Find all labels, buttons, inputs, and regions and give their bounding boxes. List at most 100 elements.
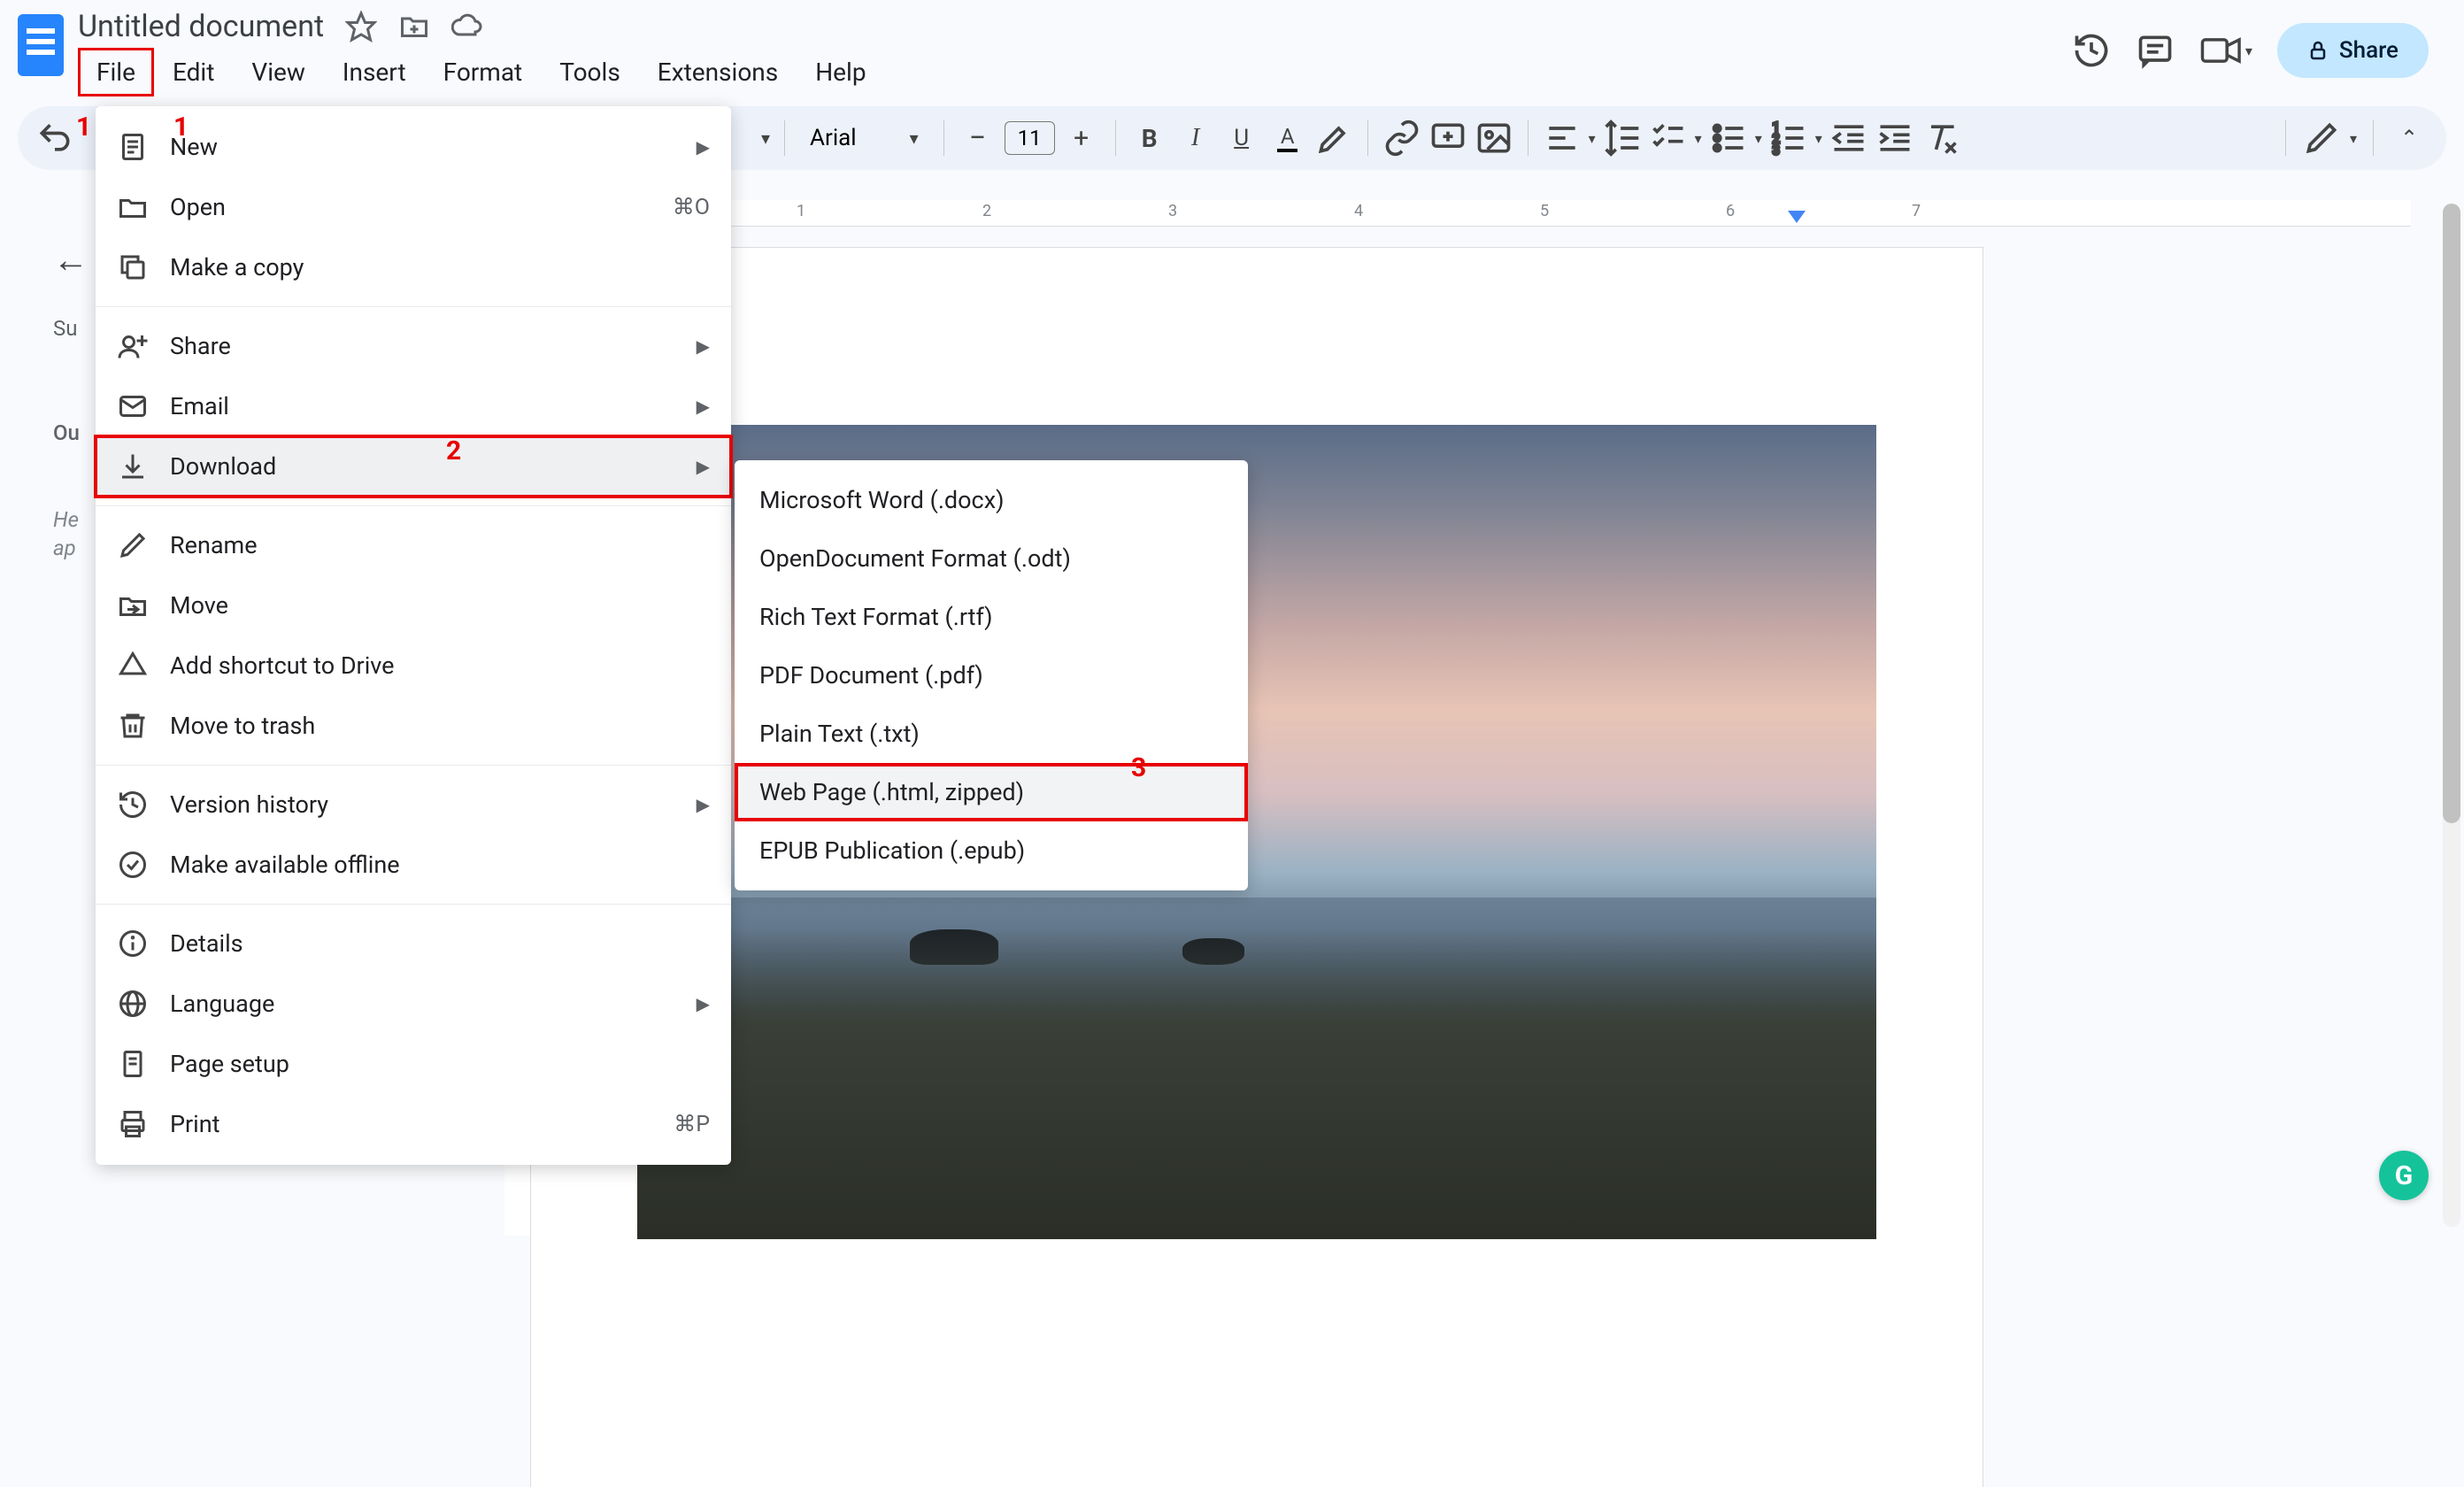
menu-item-label: Rename	[170, 531, 258, 559]
menu-edit[interactable]: Edit	[154, 48, 233, 96]
insert-link-button[interactable]	[1382, 119, 1421, 158]
download-html[interactable]: Web Page (.html, zipped)	[735, 763, 1248, 821]
menu-item-label: Open	[170, 193, 226, 221]
submenu-arrow-icon: ▶	[697, 993, 710, 1014]
undo-button[interactable]	[35, 119, 74, 158]
horizontal-ruler[interactable]: 1 2 3 4 5 6 7	[531, 200, 2411, 227]
bullet-dropdown-arrow[interactable]: ▾	[1755, 130, 1762, 147]
menu-file[interactable]: File	[78, 48, 154, 96]
decrease-indent-button[interactable]	[1829, 119, 1868, 158]
header-right: ▾ Share	[2072, 9, 2446, 78]
download-txt[interactable]: Plain Text (.txt)	[735, 705, 1248, 763]
cloud-status-icon[interactable]	[451, 11, 483, 42]
menu-extensions[interactable]: Extensions	[639, 48, 797, 96]
menu-item-details[interactable]: Details	[96, 913, 731, 974]
menu-insert[interactable]: Insert	[324, 48, 425, 96]
download-icon	[117, 451, 149, 482]
italic-button[interactable]: I	[1176, 119, 1215, 158]
collapse-toolbar-button[interactable]: ⌃	[2390, 119, 2429, 158]
insert-comment-button[interactable]	[1428, 119, 1467, 158]
download-docx[interactable]: Microsoft Word (.docx)	[735, 471, 1248, 529]
menu-item-make-copy[interactable]: Make a copy	[96, 237, 731, 297]
annotation-1-left: 1	[76, 112, 91, 143]
indent-end-marker[interactable]	[1788, 211, 1806, 223]
globe-icon	[117, 988, 149, 1020]
font-size-input[interactable]: 11	[1005, 121, 1055, 155]
folder-open-icon	[117, 191, 149, 223]
menu-item-label: Download	[170, 452, 276, 481]
increase-indent-button[interactable]	[1875, 119, 1914, 158]
history-icon[interactable]	[2072, 31, 2111, 70]
download-odt[interactable]: OpenDocument Format (.odt)	[735, 529, 1248, 588]
menu-tools[interactable]: Tools	[541, 48, 639, 96]
menu-item-download[interactable]: Download ▶	[96, 436, 731, 497]
menu-help[interactable]: Help	[797, 48, 884, 96]
clear-formatting-button[interactable]	[1921, 119, 1960, 158]
bullet-list-button[interactable]	[1709, 119, 1748, 158]
scrollbar-thumb[interactable]	[2443, 204, 2460, 823]
align-dropdown-arrow[interactable]: ▾	[1589, 130, 1596, 147]
menu-item-version-history[interactable]: Version history ▶	[96, 774, 731, 835]
menu-view[interactable]: View	[233, 48, 324, 96]
ruler-tick: 4	[1354, 202, 1363, 220]
comments-icon[interactable]	[2136, 31, 2175, 70]
underline-button[interactable]: U	[1222, 119, 1261, 158]
bold-button[interactable]: B	[1130, 119, 1169, 158]
menu-item-open[interactable]: Open ⌘O	[96, 177, 731, 237]
checklist-button[interactable]	[1649, 119, 1688, 158]
font-size-increase[interactable]: +	[1062, 119, 1101, 158]
submenu-arrow-icon: ▶	[697, 335, 710, 357]
summary-label: Su	[0, 316, 97, 341]
star-icon[interactable]	[345, 11, 377, 42]
editing-mode-button[interactable]	[2302, 119, 2341, 158]
history-icon	[117, 789, 149, 821]
meet-icon[interactable]: ▾	[2199, 31, 2252, 70]
insert-image-button[interactable]	[1475, 119, 1513, 158]
menu-item-offline[interactable]: Make available offline	[96, 835, 731, 895]
menu-item-label: Print	[170, 1110, 220, 1138]
toolbar-separator	[943, 120, 944, 156]
menu-item-print[interactable]: Print ⌘P	[96, 1094, 731, 1154]
font-size-decrease[interactable]: −	[959, 119, 997, 158]
menu-format[interactable]: Format	[425, 48, 542, 96]
menu-item-trash[interactable]: Move to trash	[96, 696, 731, 756]
checklist-dropdown-arrow[interactable]: ▾	[1695, 130, 1702, 147]
menu-item-move[interactable]: Move	[96, 575, 731, 636]
annotation-1-right: 1	[173, 112, 189, 143]
menu-item-rename[interactable]: Rename	[96, 515, 731, 575]
download-pdf[interactable]: PDF Document (.pdf)	[735, 646, 1248, 705]
font-name-label: Arial	[810, 125, 857, 151]
docs-logo-icon[interactable]	[18, 14, 64, 76]
submenu-arrow-icon: ▶	[697, 794, 710, 815]
menu-item-new[interactable]: New ▶	[96, 117, 731, 177]
numbered-list-button[interactable]: 123	[1769, 119, 1808, 158]
share-button[interactable]: Share	[2277, 23, 2429, 78]
text-color-button[interactable]: A	[1268, 119, 1307, 158]
submenu-arrow-icon: ▶	[697, 396, 710, 417]
collapse-outline-icon[interactable]: ←	[0, 239, 97, 281]
menu-item-email[interactable]: Email ▶	[96, 376, 731, 436]
menu-separator	[96, 904, 731, 905]
download-epub[interactable]: EPUB Publication (.epub)	[735, 821, 1248, 880]
file-menu-dropdown: New ▶ Open ⌘O Make a copy Share ▶ Email …	[96, 106, 731, 1165]
download-submenu: Microsoft Word (.docx) OpenDocument Form…	[735, 460, 1248, 890]
editing-mode-arrow[interactable]: ▾	[2350, 130, 2357, 147]
grammarly-icon[interactable]: G	[2379, 1151, 2429, 1200]
document-title[interactable]: Untitled document	[78, 9, 324, 44]
download-rtf[interactable]: Rich Text Format (.rtf)	[735, 588, 1248, 646]
vertical-scrollbar[interactable]	[2443, 204, 2460, 1227]
menubar: File Edit View Insert Format Tools Exten…	[78, 48, 2072, 96]
styles-dropdown-arrow[interactable]: ▾	[761, 127, 770, 149]
move-to-folder-icon[interactable]	[398, 11, 430, 42]
highlight-button[interactable]	[1314, 119, 1353, 158]
line-spacing-button[interactable]	[1603, 119, 1642, 158]
menu-item-page-setup[interactable]: Page setup	[96, 1034, 731, 1094]
numbered-dropdown-arrow[interactable]: ▾	[1815, 130, 1822, 147]
menu-item-share[interactable]: Share ▶	[96, 316, 731, 376]
menu-item-label: Make a copy	[170, 253, 304, 281]
toolbar-separator	[1367, 120, 1368, 156]
align-button[interactable]	[1543, 119, 1582, 158]
menu-item-language[interactable]: Language ▶	[96, 974, 731, 1034]
menu-item-add-shortcut[interactable]: Add shortcut to Drive	[96, 636, 731, 696]
font-family-select[interactable]: Arial ▾	[799, 125, 929, 151]
